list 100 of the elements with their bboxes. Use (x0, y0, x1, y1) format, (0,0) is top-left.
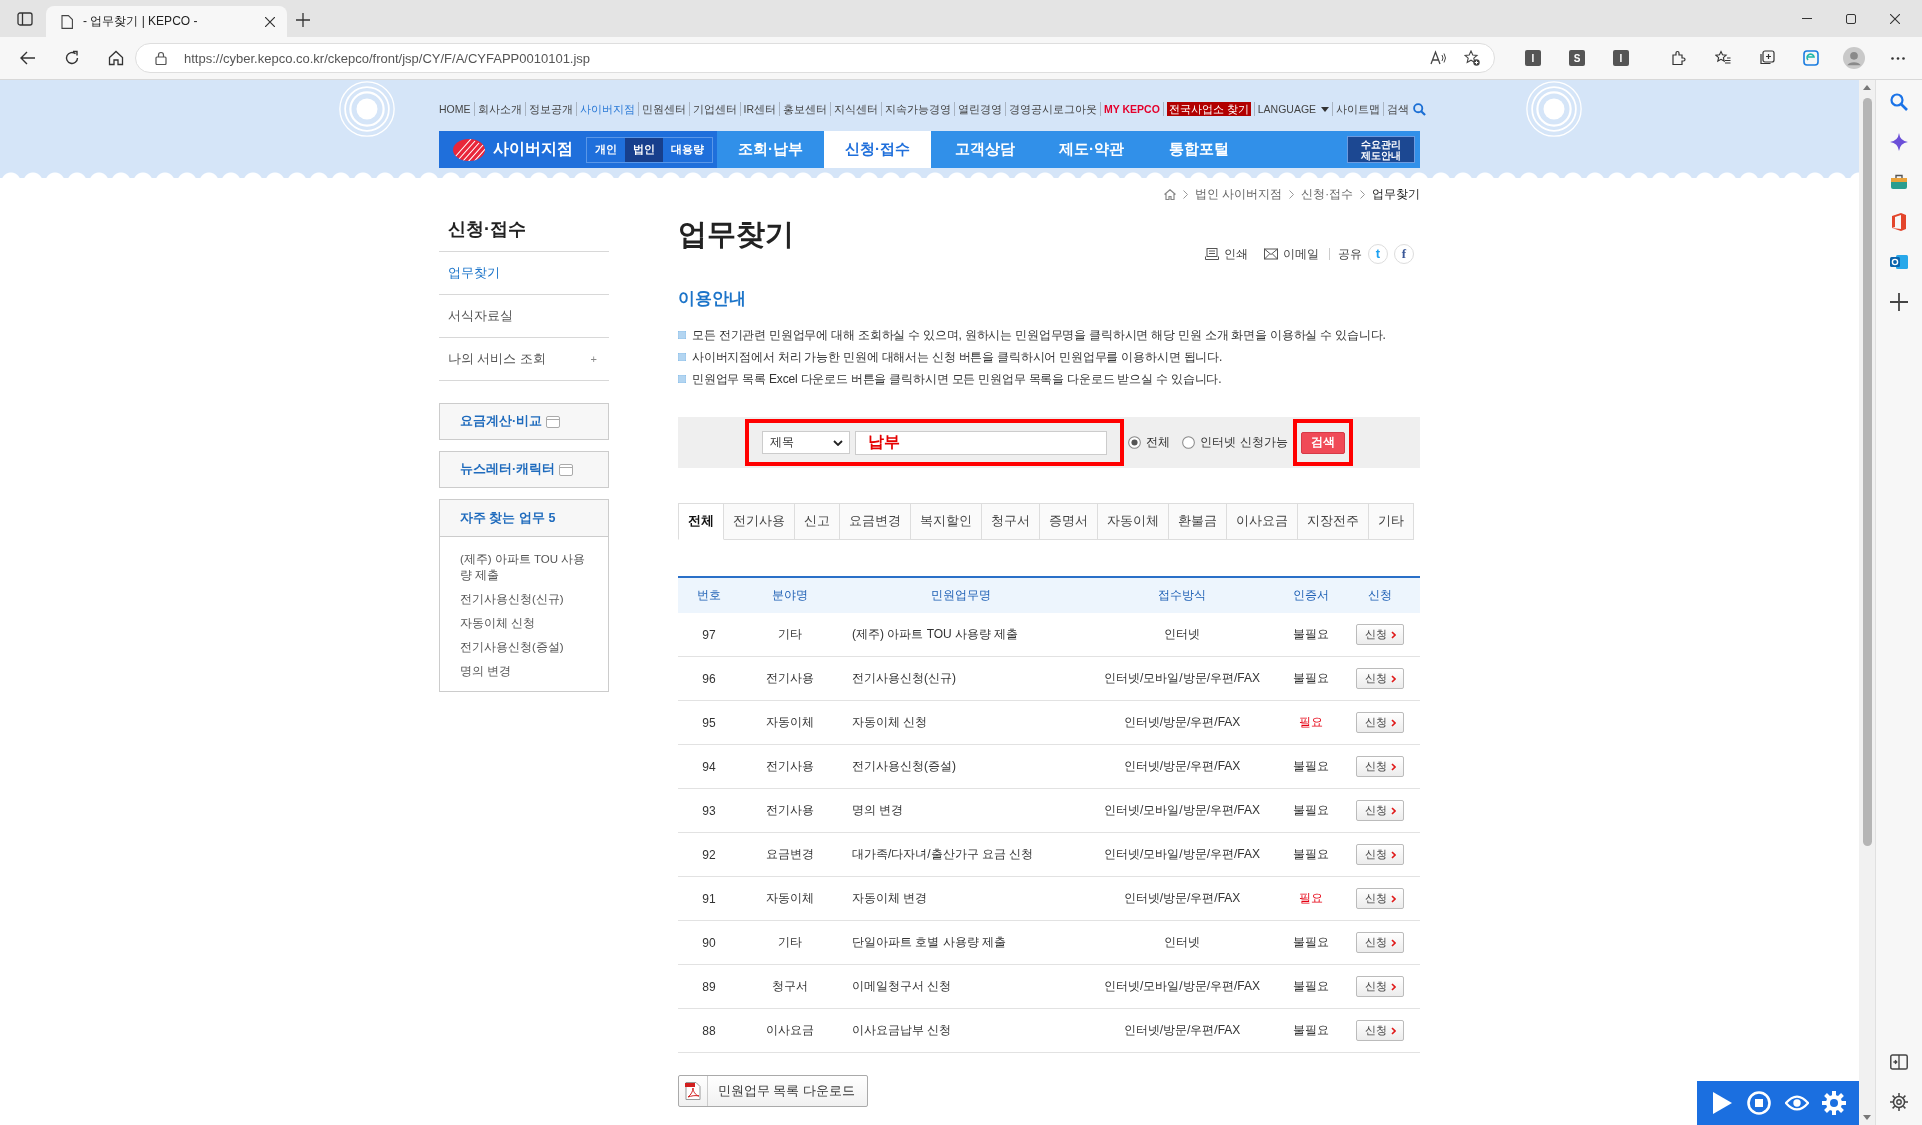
field-select[interactable]: 제목 (762, 431, 851, 454)
apply-button[interactable]: 신청 (1356, 668, 1404, 689)
close-icon[interactable] (1890, 14, 1900, 24)
category-tab[interactable]: 신고 (795, 503, 840, 540)
home-icon[interactable] (108, 50, 124, 66)
app-icon[interactable] (1890, 213, 1908, 231)
close-icon[interactable] (265, 16, 275, 27)
sidebar-item[interactable]: 나의 서비스 조회 + (439, 338, 609, 381)
lock-icon[interactable] (154, 51, 168, 65)
utility-link[interactable]: 열린경영 (958, 102, 1002, 116)
task-link[interactable]: 이메일청구서 신청 (852, 979, 952, 993)
favorite-link[interactable]: 전기사용신청(증설) (460, 635, 596, 659)
utility-link[interactable]: 지식센터 (834, 102, 878, 116)
extension-button[interactable]: S (1569, 50, 1585, 66)
category-tab[interactable]: 복지할인 (911, 503, 982, 540)
customer-type-button[interactable]: 개인 (587, 137, 625, 162)
star-plus-icon[interactable] (1464, 50, 1480, 66)
up-arrow-icon[interactable] (1863, 85, 1871, 90)
category-tab[interactable]: 환불금 (1169, 503, 1227, 540)
reload-icon[interactable] (64, 50, 80, 66)
category-tab[interactable]: 이사요금 (1227, 503, 1298, 540)
breadcrumb-link[interactable]: 법인 사이버지점 (1194, 186, 1283, 202)
menu-tab[interactable]: 신청·접수 (824, 131, 931, 168)
apply-button[interactable]: 신청 (1356, 756, 1404, 777)
guide-button[interactable]: 수요관리 제도안내 (1347, 136, 1415, 163)
briefcase-icon[interactable] (1890, 173, 1908, 191)
utility-link[interactable]: 정보공개 (528, 102, 573, 116)
office-finder-link[interactable]: 전국사업소 찾기 (1166, 102, 1251, 116)
task-link[interactable]: 전기사용신청(신규) (852, 671, 956, 685)
scrollbar-thumb[interactable] (1862, 98, 1872, 846)
more-icon[interactable] (1891, 56, 1905, 60)
puzzle-icon[interactable] (1671, 50, 1687, 66)
apply-button[interactable]: 신청 (1356, 888, 1404, 909)
stop-icon[interactable] (1747, 1091, 1772, 1115)
app-icon[interactable] (1890, 253, 1908, 271)
split-screen-icon[interactable] (1890, 1053, 1908, 1071)
apply-button[interactable]: 신청 (1356, 624, 1404, 645)
category-tab[interactable]: 청구서 (982, 503, 1040, 540)
task-link[interactable]: 명의 변경 (852, 803, 904, 817)
breadcrumb-link[interactable]: 신청·접수 (1301, 186, 1353, 202)
task-link[interactable]: 전기사용신청(증설) (852, 759, 956, 773)
back-arrow-icon[interactable] (20, 50, 36, 66)
utility-link[interactable]: 사이버지점 (579, 102, 635, 116)
account-link[interactable]: 사이트맵 (1336, 102, 1381, 116)
utility-link[interactable]: HOME (439, 102, 471, 116)
search-icon[interactable] (1890, 93, 1908, 111)
utility-link[interactable]: 지속가능경영 (885, 102, 951, 116)
browser-tab[interactable]: - 업무찾기 | KEPCO - (46, 6, 287, 37)
category-tab[interactable]: 지장전주 (1298, 503, 1369, 540)
task-link[interactable]: 이사요금납부 신청 (852, 1023, 952, 1037)
task-link[interactable]: (제주) 아파트 TOU 사용량 제출 (852, 627, 1019, 641)
maximize-icon[interactable] (1846, 14, 1856, 24)
category-tab[interactable]: 전기사용 (724, 503, 795, 540)
task-link[interactable]: 단일아파트 호별 사용량 제출 (852, 935, 1006, 949)
category-tab[interactable]: 증명서 (1040, 503, 1098, 540)
utility-link[interactable]: 홍보센터 (783, 102, 827, 116)
customer-type-button[interactable]: 법인 (625, 137, 663, 162)
favorites-icon[interactable] (1715, 50, 1731, 66)
sidebar-toggle-icon[interactable] (17, 11, 33, 27)
search-button[interactable]: 검색 (1300, 431, 1345, 454)
expand-toggle[interactable]: + (590, 353, 597, 365)
apply-button[interactable]: 신청 (1356, 800, 1404, 821)
task-link[interactable]: 자동이체 변경 (852, 891, 928, 905)
utility-link[interactable]: 민원센터 (641, 102, 686, 116)
apply-button[interactable]: 신청 (1356, 976, 1404, 997)
account-link[interactable]: 로그아웃 (1053, 102, 1097, 116)
sidebar-link-box[interactable]: 뉴스레터·캐릭터 (439, 451, 609, 488)
avatar-icon[interactable] (1843, 47, 1865, 69)
favorite-link[interactable]: 명의 변경 (460, 659, 596, 683)
social-share-button[interactable]: f (1394, 244, 1414, 264)
radio-option[interactable]: 전체 (1128, 434, 1171, 451)
sidebar-link-box[interactable]: 요금계산·비교 (439, 403, 609, 440)
plus-icon[interactable] (1890, 293, 1908, 311)
download-button[interactable]: 민원업무 목록 다운로드 (678, 1075, 868, 1107)
utility-link[interactable]: 회사소개 (477, 102, 522, 116)
apply-button[interactable]: 신청 (1356, 1020, 1404, 1041)
email-link[interactable]: 이메일 (1264, 245, 1319, 263)
radio-option[interactable]: 인터넷 신청가능 (1182, 434, 1288, 451)
extension-button[interactable]: I (1613, 50, 1629, 66)
extension-button[interactable]: I (1525, 50, 1541, 66)
down-arrow-icon[interactable] (1863, 1115, 1871, 1120)
sidebar-item[interactable]: 서식자료실 (439, 295, 609, 338)
category-tab[interactable]: 기타 (1369, 503, 1414, 540)
apply-button[interactable]: 신청 (1356, 932, 1404, 953)
breadcrumb-link[interactable]: 업무찾기 (1372, 186, 1420, 202)
address-bar[interactable]: https://cyber.kepco.co.kr/ckepco/front/jsp/CY/F/A/CYFAPP0010101.jsp (135, 43, 1495, 73)
utility-link[interactable]: 기업센터 (692, 102, 737, 116)
favorite-link[interactable]: (제주) 아파트 TOU 사용량 제출 (460, 547, 596, 587)
print-link[interactable]: 인쇄 (1205, 245, 1248, 263)
search-input[interactable]: 납부 (855, 430, 1108, 455)
category-tab[interactable]: 자동이체 (1098, 503, 1169, 540)
app-icon[interactable] (1803, 50, 1819, 66)
read-aloud-icon[interactable] (1430, 50, 1446, 66)
search-link[interactable]: 검색 (1387, 102, 1427, 116)
customer-type-button[interactable]: 대용량 (663, 137, 712, 162)
account-link[interactable]: MY KEPCO (1104, 102, 1160, 116)
favorite-link[interactable]: 전기사용신청(신규) (460, 587, 596, 611)
category-tab[interactable]: 전체 (678, 503, 724, 540)
favorite-link[interactable]: 자동이체 신청 (460, 611, 596, 635)
plus-icon[interactable] (296, 13, 310, 27)
